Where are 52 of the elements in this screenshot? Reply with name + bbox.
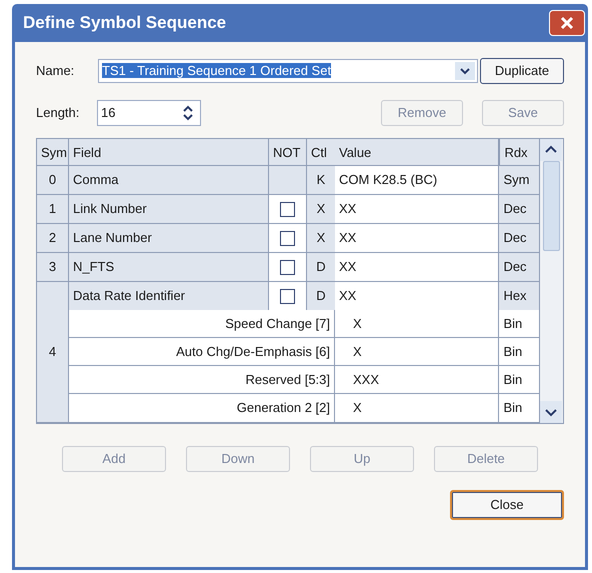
field-cell: Comma [69,166,269,194]
scrollbar-thumb[interactable] [543,161,560,251]
radix-cell: Sym [499,166,540,194]
sym-cell: 4 [37,282,69,422]
column-header: Sym [37,139,69,165]
bit-field-cell: Generation 2 [2] [69,394,335,422]
radix-cell-text: Bin [502,315,524,333]
close-icon[interactable] [549,10,585,36]
window-title: Define Symbol Sequence [23,12,226,34]
length-spinbox[interactable]: 16 [97,100,201,126]
ctl-cell: D [307,282,335,310]
radix-cell-text: Bin [502,399,524,417]
field-cell: Data Rate Identifier [69,282,269,310]
name-label: Name: [36,62,76,80]
ctl-cell: X [307,195,335,223]
close-button[interactable]: Close [450,490,564,520]
length-label: Length: [36,104,80,122]
scroll-down-icon[interactable] [540,401,562,423]
value-cell[interactable]: XX [335,195,500,223]
not-checkbox[interactable] [280,230,295,246]
scroll-up-icon[interactable] [540,139,562,161]
radix-cell: Dec [499,224,540,252]
radix-cell-text: Bin [502,371,524,389]
field-cell: Lane Number [69,224,269,252]
chevron-down-icon [455,62,475,80]
field-cell: N_FTS [69,253,269,281]
vertical-scrollbar[interactable] [539,139,563,423]
sym-cell: 1 [37,195,69,223]
radix-cell-text: Bin [502,343,524,361]
sym-cell: 3 [37,253,69,281]
not-checkbox[interactable] [280,288,295,304]
spinner-icon [182,105,194,121]
radix-cell: Dec [499,253,540,281]
name-combobox[interactable]: TS1 - Training Sequence 1 Ordered Set [98,59,478,83]
dialog-button[interactable]: Duplicate [480,58,564,84]
value-cell[interactable]: XX [335,253,500,281]
sym-cell: 0 [37,166,69,194]
radix-cell: Dec [499,195,540,223]
column-header: Ctl [310,144,328,162]
value-cell[interactable]: XX [335,224,500,252]
name-value: TS1 - Training Sequence 1 Ordered Set [102,62,332,80]
value-cell[interactable]: X [335,394,500,422]
value-cell[interactable]: XX [335,282,500,310]
ctl-cell: K [307,166,335,194]
ctl-cell: D [307,253,335,281]
value-cell[interactable]: COM K28.5 (BC) [335,166,500,194]
radix-cell: Hex [499,282,540,310]
ctl-cell: X [307,224,335,252]
sym-cell: 2 [37,224,69,252]
field-cell: Link Number [69,195,269,223]
not-checkbox[interactable] [280,202,295,216]
not-checkbox[interactable] [280,260,295,274]
